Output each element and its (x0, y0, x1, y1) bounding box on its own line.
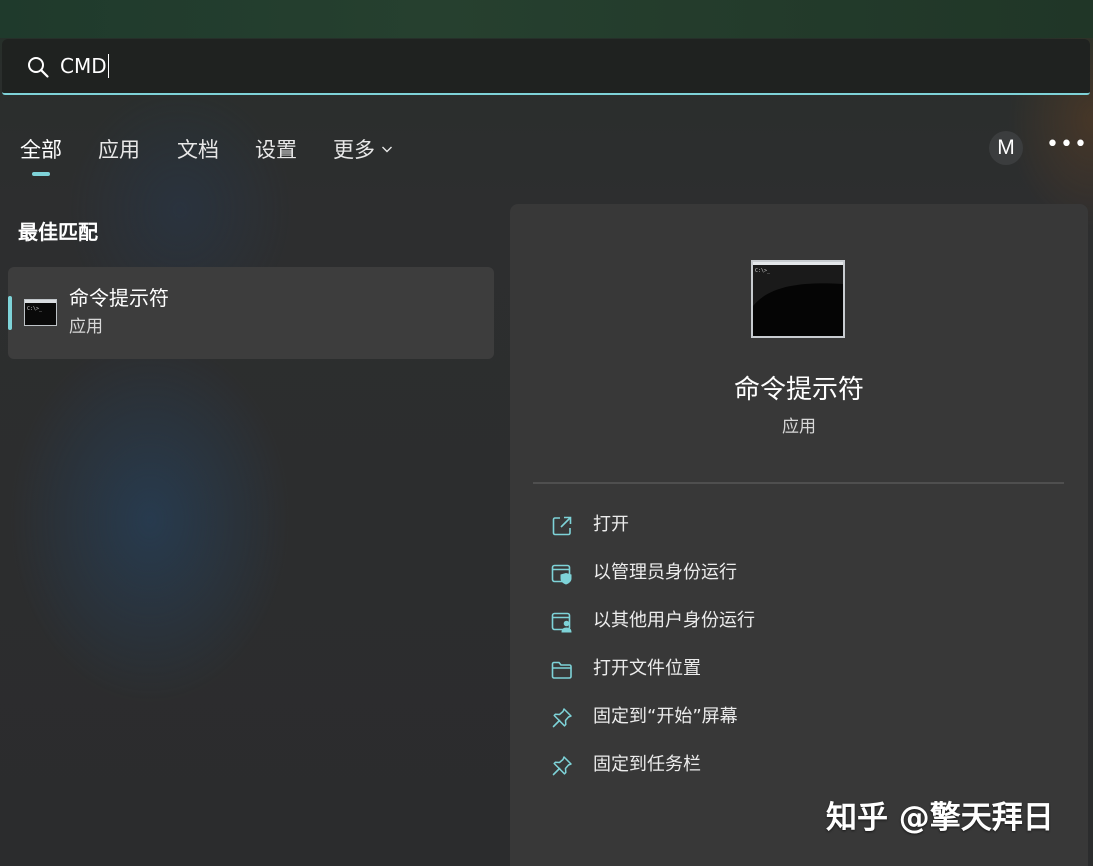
search-icon (28, 57, 49, 78)
cmd-window-icon: C:\>_ (751, 260, 845, 338)
text-caret (107, 54, 110, 78)
detail-panel: C:\>_ 命令提示符 应用 打开 以管理员身份运行 以其他用户身份运行 打开文… (510, 204, 1088, 866)
selection-accent (8, 296, 12, 330)
cmd-window-icon: C:\>_ (24, 299, 57, 326)
best-match-heading: 最佳匹配 (18, 220, 98, 244)
best-match-item[interactable]: C:\>_ 命令提示符 应用 (8, 267, 494, 359)
tab-all[interactable]: 全部 (20, 136, 62, 164)
best-match-type: 应用 (69, 317, 103, 337)
wallpaper-strip (0, 0, 1093, 38)
shield-window-icon (551, 564, 572, 585)
action-label: 固定到“开始”屏幕 (593, 706, 738, 727)
account-avatar[interactable]: M (989, 131, 1023, 165)
tab-documents[interactable]: 文档 (177, 136, 219, 164)
more-options-button[interactable]: ••• (1046, 134, 1087, 162)
divider (533, 482, 1064, 484)
action-pin-to-taskbar[interactable]: 固定到任务栏 (540, 748, 1060, 784)
action-label: 固定到任务栏 (593, 754, 701, 775)
detail-app-type: 应用 (782, 417, 816, 437)
tab-apps[interactable]: 应用 (98, 136, 140, 164)
svg-text:C:\>_: C:\>_ (27, 306, 43, 312)
folder-icon (551, 661, 572, 679)
action-label: 打开 (593, 514, 629, 535)
action-open[interactable]: 打开 (540, 508, 1060, 544)
filter-tabs: 全部 应用 文档 设置 更多 (0, 128, 1093, 178)
svg-text:C:\>_: C:\>_ (755, 268, 771, 274)
pin-icon (552, 756, 572, 776)
action-open-file-location[interactable]: 打开文件位置 (540, 652, 1060, 688)
user-window-icon (551, 612, 572, 633)
action-run-as-admin[interactable]: 以管理员身份运行 (540, 556, 1060, 592)
action-run-as-other-user[interactable]: 以其他用户身份运行 (540, 604, 1060, 640)
tab-more[interactable]: 更多 (333, 136, 393, 164)
tab-settings[interactable]: 设置 (255, 136, 297, 164)
action-label: 打开文件位置 (593, 658, 701, 679)
chevron-down-icon (382, 146, 392, 153)
open-external-icon (552, 516, 572, 536)
best-match-name: 命令提示符 (69, 286, 169, 310)
watermark-text: 知乎 @擎天拜日 (826, 800, 1054, 836)
action-pin-to-start[interactable]: 固定到“开始”屏幕 (540, 700, 1060, 736)
detail-app-name: 命令提示符 (733, 375, 864, 405)
action-label: 以其他用户身份运行 (593, 610, 755, 631)
action-label: 以管理员身份运行 (593, 562, 737, 583)
search-query: CMD (60, 54, 107, 78)
tab-more-label: 更多 (333, 138, 375, 162)
search-bar[interactable]: CMD (2, 39, 1090, 95)
search-input[interactable]: CMD (60, 53, 110, 79)
pin-icon (552, 708, 572, 728)
active-tab-indicator (32, 172, 50, 176)
